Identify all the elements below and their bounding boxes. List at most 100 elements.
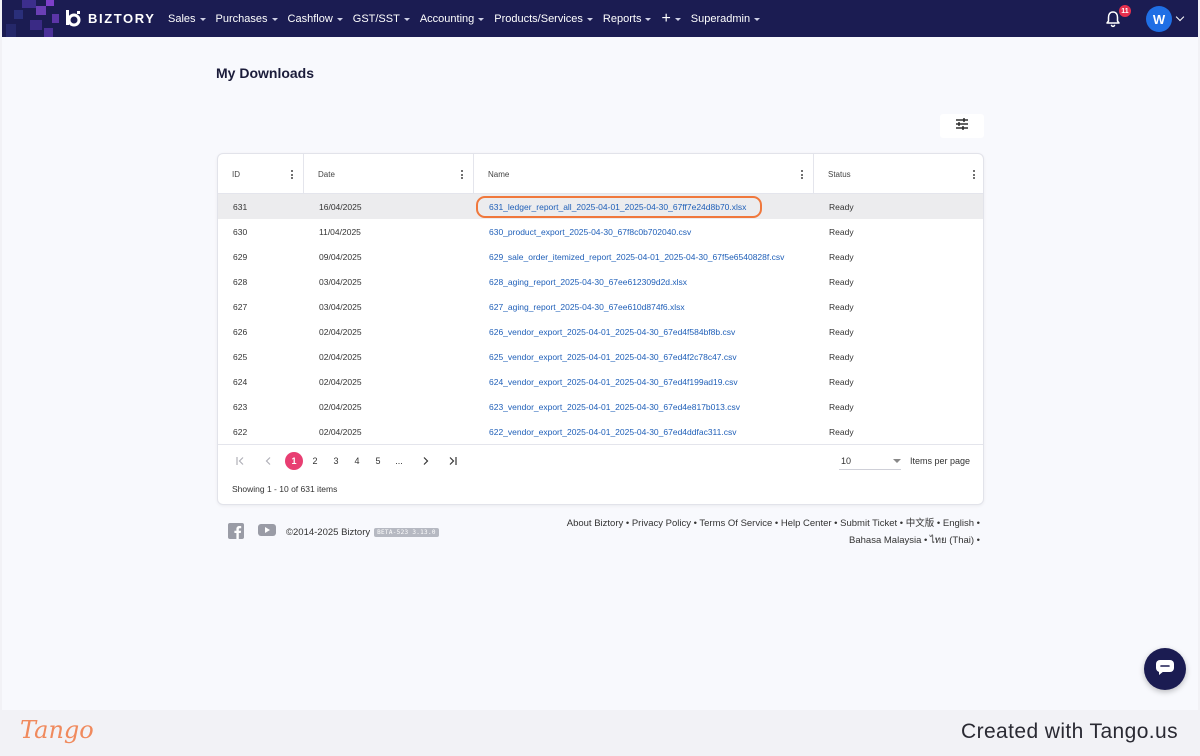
menu-purchases[interactable]: Purchases [216, 13, 278, 25]
column-header-id[interactable]: ID [218, 154, 304, 194]
column-header-status[interactable]: Status [814, 154, 983, 194]
table-row[interactable]: 623 02/04/2025 623_vendor_export_2025-04… [218, 394, 983, 419]
column-filter-button[interactable] [940, 114, 984, 138]
column-menu-icon[interactable] [291, 170, 294, 180]
cell-status: Ready [829, 376, 854, 387]
cell-id: 630 [233, 226, 248, 237]
table-row[interactable]: 631 16/04/2025 631_ledger_report_all_202… [218, 194, 983, 219]
menu-label: Accounting [419, 12, 475, 25]
first-page-icon[interactable] [234, 452, 246, 470]
footer-links-line-1[interactable]: About Biztory • Privacy Policy • Terms O… [552, 515, 980, 532]
cell-id: 624 [233, 376, 248, 387]
tango-logo: Tango [20, 716, 94, 744]
cell-id: 627 [233, 301, 248, 312]
cell-status: Ready [829, 276, 854, 287]
table-row[interactable]: 626 02/04/2025 626_vendor_export_2025-04… [218, 319, 983, 344]
page-size-select[interactable]: 10 [839, 452, 901, 470]
column-header-label: Name [488, 169, 510, 179]
menu-sales[interactable]: Sales [168, 13, 206, 25]
app-window: BIZTORY Sales Purchases Cashflow GST/SST… [2, 0, 1198, 710]
page-button-3[interactable]: 3 [329, 452, 343, 470]
menu-label: Superadmin [690, 12, 751, 25]
prev-page-icon[interactable] [262, 452, 274, 470]
page-button-2[interactable]: 2 [308, 452, 322, 470]
download-file-link[interactable]: 631_ledger_report_all_2025-04-01_2025-04… [474, 194, 746, 219]
menu-reports[interactable]: Reports [603, 13, 652, 25]
download-file-link[interactable]: 624_vendor_export_2025-04-01_2025-04-30_… [474, 369, 738, 394]
table-row[interactable]: 624 02/04/2025 624_vendor_export_2025-04… [218, 369, 983, 394]
menu-cashflow[interactable]: Cashflow [288, 13, 343, 25]
footer-links-line-2[interactable]: Bahasa Malaysia • ไทย (Thai) • [552, 532, 980, 549]
table-row[interactable]: 622 02/04/2025 622_vendor_export_2025-04… [218, 419, 983, 444]
youtube-icon[interactable] [258, 523, 276, 539]
column-header-date[interactable]: Date [304, 154, 474, 194]
cell-status: Ready [829, 426, 854, 437]
grid-body: 631 16/04/2025 631_ledger_report_all_202… [218, 194, 983, 444]
sliders-icon [955, 117, 969, 135]
download-file-link[interactable]: 622_vendor_export_2025-04-01_2025-04-30_… [474, 419, 736, 444]
page-size-value: 10 [841, 455, 852, 466]
cell-id: 628 [233, 276, 248, 287]
download-file-link[interactable]: 628_aging_report_2025-04-30_67ee612309d2… [474, 269, 687, 294]
tango-credit: Created with Tango.us [961, 720, 1178, 743]
table-row[interactable]: 630 11/04/2025 630_product_export_2025-0… [218, 219, 983, 244]
caret-down-icon [674, 17, 681, 21]
user-avatar[interactable]: W [1146, 6, 1172, 32]
footer-links: About Biztory • Privacy Policy • Terms O… [552, 515, 980, 549]
cell-id: 626 [233, 326, 248, 337]
cell-date: 02/04/2025 [319, 401, 362, 412]
page-button-1[interactable]: 1 [285, 452, 303, 470]
cell-status: Ready [829, 351, 854, 362]
downloads-grid: ID Date Name Status 631 16/04/2025 631_l… [217, 153, 984, 505]
column-menu-icon[interactable] [461, 170, 464, 180]
menu-label: Products/Services [494, 12, 583, 25]
cell-id: 622 [233, 426, 248, 437]
dropdown-arrow-icon [893, 459, 901, 463]
menu-superadmin[interactable]: Superadmin [690, 12, 761, 25]
copyright: ©2014-2025 Biztory BETA-523 3.13.0 [286, 527, 439, 538]
live-chat-button[interactable] [1144, 648, 1186, 690]
cell-date: 16/04/2025 [319, 201, 362, 212]
table-row[interactable]: 629 09/04/2025 629_sale_order_itemized_r… [218, 244, 983, 269]
table-row[interactable]: 625 02/04/2025 625_vendor_export_2025-04… [218, 344, 983, 369]
menu-quick-add[interactable]: + [661, 10, 681, 27]
table-row[interactable]: 627 03/04/2025 627_aging_report_2025-04-… [218, 294, 983, 319]
cell-status: Ready [829, 226, 854, 237]
download-file-link[interactable]: 627_aging_report_2025-04-30_67ee610d874f… [474, 294, 685, 319]
menu-label: Sales [168, 12, 196, 25]
column-header-label: Status [828, 169, 851, 179]
menu-gst-sst[interactable]: GST/SST [353, 13, 410, 25]
cell-status: Ready [829, 301, 854, 312]
cell-id: 625 [233, 351, 248, 362]
last-page-icon[interactable] [446, 452, 458, 470]
grid-header: ID Date Name Status [218, 154, 983, 194]
cell-status: Ready [829, 251, 854, 262]
page-button-4[interactable]: 4 [350, 452, 364, 470]
cell-date: 09/04/2025 [319, 251, 362, 262]
page-button-more[interactable]: ... [391, 452, 407, 470]
pager-summary: Showing 1 - 10 of 631 items [232, 484, 338, 494]
column-menu-icon[interactable] [973, 170, 976, 180]
cell-status: Ready [829, 401, 854, 412]
download-file-link[interactable]: 630_product_export_2025-04-30_67f8c0b702… [474, 219, 691, 244]
caret-down-icon [478, 17, 485, 21]
cell-status: Ready [829, 326, 854, 337]
cell-date: 02/04/2025 [319, 351, 362, 362]
chevron-down-icon[interactable] [1175, 12, 1185, 22]
column-menu-icon[interactable] [801, 170, 804, 180]
column-header-name[interactable]: Name [474, 154, 814, 194]
page-button-5[interactable]: 5 [371, 452, 385, 470]
download-file-link[interactable]: 629_sale_order_itemized_report_2025-04-0… [474, 244, 784, 269]
cell-date: 02/04/2025 [319, 426, 362, 437]
menu-accounting[interactable]: Accounting [419, 12, 485, 25]
brand-logo[interactable]: BIZTORY [64, 9, 156, 27]
menu-products-services[interactable]: Products/Services [494, 13, 593, 25]
facebook-icon[interactable] [228, 523, 244, 539]
download-file-link[interactable]: 623_vendor_export_2025-04-01_2025-04-30_… [474, 394, 740, 419]
cell-date: 02/04/2025 [319, 376, 362, 387]
cell-date: 03/04/2025 [319, 276, 362, 287]
table-row[interactable]: 628 03/04/2025 628_aging_report_2025-04-… [218, 269, 983, 294]
next-page-icon[interactable] [420, 452, 432, 470]
download-file-link[interactable]: 626_vendor_export_2025-04-01_2025-04-30_… [474, 319, 735, 344]
download-file-link[interactable]: 625_vendor_export_2025-04-01_2025-04-30_… [474, 344, 737, 369]
